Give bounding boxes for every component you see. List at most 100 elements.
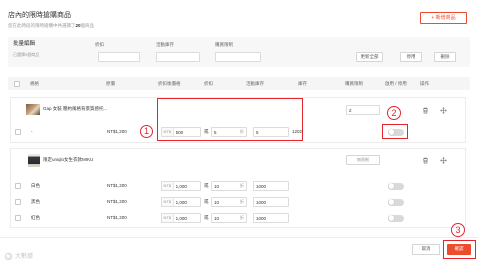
product-group: 限定uniqlo女生衣款MIKU 無限制 白色 NT$1,200 NT$ 或 折… xyxy=(10,148,466,228)
batch-edit-panel: 批量編輯 已選擇0個商品 折扣 活動庫存 購買限制 更新全部 停用 刪除 xyxy=(8,37,470,67)
column-header-campaign-stock: 活動庫存 xyxy=(246,80,264,86)
variant-row: 紅色 NT$1,200 NT$ 或 折 xyxy=(11,211,467,225)
column-header-original-price: 原價 xyxy=(106,80,115,86)
discount-field[interactable] xyxy=(212,182,238,190)
drag-handle-icon[interactable] xyxy=(440,157,447,164)
batch-discount-label: 折扣 xyxy=(95,42,104,47)
column-header-variation: 規格 xyxy=(30,80,39,86)
purchase-limit-field[interactable] xyxy=(347,106,379,114)
batch-purchase-limit-label: 購買限制 xyxy=(215,42,233,47)
footer-divider xyxy=(0,237,478,238)
page-subtitle: 您在此時段的限時搶購中共選擇了20個商品 xyxy=(8,23,95,29)
spiral-logo-icon xyxy=(4,252,13,261)
toggle-knob xyxy=(388,215,395,221)
annotation-box-confirm xyxy=(443,240,476,259)
original-price: NT$1,200 xyxy=(107,129,127,134)
variant-checkbox[interactable] xyxy=(15,183,21,189)
annotation-box-toggle xyxy=(382,124,408,139)
variant-name: 紅色 xyxy=(31,215,40,220)
page-title: 店內的限時搶購商品 xyxy=(8,12,71,19)
campaign-stock-field[interactable] xyxy=(254,214,288,222)
discounted-price-input[interactable]: NT$ xyxy=(161,181,201,191)
discount-field[interactable] xyxy=(212,198,238,206)
campaign-stock-input[interactable] xyxy=(253,197,289,207)
batch-discount-field[interactable] xyxy=(99,53,139,61)
currency-prefix: NT$ xyxy=(162,214,174,222)
column-header-discount: 折扣 xyxy=(204,80,213,86)
select-all-checkbox[interactable] xyxy=(14,80,20,87)
trash-icon[interactable] xyxy=(422,107,429,114)
variant-name: 黑色 xyxy=(31,199,40,204)
batch-disable-button[interactable]: 停用 xyxy=(400,52,422,62)
original-price: NT$1,200 xyxy=(107,199,127,204)
variant-row: 白色 NT$1,200 NT$ 或 折 xyxy=(11,179,467,193)
watermark-text: 大數據 xyxy=(15,253,34,260)
variant-name: - xyxy=(31,129,33,134)
discounted-price-field[interactable] xyxy=(173,198,200,206)
discounted-price-field[interactable] xyxy=(173,182,200,190)
campaign-stock-input[interactable] xyxy=(253,181,289,191)
annotation-marker-2: 2 xyxy=(387,106,401,120)
column-header-enable: 啟用 / 停用 xyxy=(385,80,407,86)
variant-checkbox[interactable] xyxy=(15,199,21,205)
batch-campaign-stock-input[interactable] xyxy=(156,52,200,62)
discounted-price-input[interactable]: NT$ xyxy=(161,213,201,223)
purchase-limit-box[interactable]: 無限制 xyxy=(346,155,380,165)
discount-input[interactable]: 折 xyxy=(211,197,247,207)
campaign-stock-field[interactable] xyxy=(254,198,288,206)
batch-edit-title: 批量編輯 xyxy=(13,41,36,47)
watermark: 大數據 xyxy=(4,252,33,261)
currency-prefix: NT$ xyxy=(162,182,174,190)
batch-update-all-button[interactable]: 更新全部 xyxy=(356,52,383,62)
toggle-knob xyxy=(388,199,395,205)
or-label: 或 xyxy=(204,215,209,220)
enable-toggle[interactable] xyxy=(388,182,404,190)
variant-row: 黑色 NT$1,200 NT$ 或 折 xyxy=(11,195,467,209)
variant-checkbox[interactable] xyxy=(15,129,21,135)
annotation-box-price-discount-stock xyxy=(157,98,303,141)
subtitle-suffix: 個商品 xyxy=(80,23,95,28)
batch-discount-input[interactable] xyxy=(98,52,140,62)
batch-campaign-stock-field[interactable] xyxy=(157,53,199,61)
original-price: NT$1,200 xyxy=(107,183,127,188)
enable-toggle[interactable] xyxy=(388,198,404,206)
batch-delete-button[interactable]: 刪除 xyxy=(434,52,456,62)
product-thumbnail xyxy=(26,104,40,115)
product-name: 限定uniqlo女生衣款MIKU xyxy=(43,157,94,162)
discount-input[interactable]: 折 xyxy=(211,213,247,223)
or-label: 或 xyxy=(204,183,209,188)
discounted-price-field[interactable] xyxy=(173,214,200,222)
purchase-limit-input[interactable] xyxy=(346,105,380,115)
variant-name: 白色 xyxy=(31,183,40,188)
campaign-stock-field[interactable] xyxy=(254,182,288,190)
batch-purchase-limit-input[interactable] xyxy=(215,52,261,62)
column-header-purchase-limit: 購買限制 xyxy=(345,80,363,86)
column-header-discounted-price: 折扣後價格 xyxy=(158,80,181,86)
trash-icon[interactable] xyxy=(422,157,429,164)
annotation-marker-3: 3 xyxy=(451,223,465,237)
column-header-actions: 操作 xyxy=(420,80,429,86)
product-thumbnail xyxy=(28,154,40,167)
toggle-knob xyxy=(388,183,395,189)
discounted-price-input[interactable]: NT$ xyxy=(161,197,201,207)
discount-unit: 折 xyxy=(240,215,244,220)
discount-input[interactable]: 折 xyxy=(211,181,247,191)
batch-selected-count: 已選擇0個商品 xyxy=(13,52,40,57)
variant-checkbox[interactable] xyxy=(15,215,21,221)
drag-handle-icon[interactable] xyxy=(440,107,447,114)
discount-field[interactable] xyxy=(212,214,238,222)
currency-prefix: NT$ xyxy=(162,198,174,206)
table-header: 規格 原價 折扣後價格 折扣 活動庫存 庫存 購買限制 啟用 / 停用 操作 xyxy=(8,77,470,90)
or-label: 或 xyxy=(204,199,209,204)
product-name: Gap 女裝 簡約風格背景質感托... xyxy=(43,106,108,111)
discount-unit: 折 xyxy=(240,199,244,204)
subtitle-prefix: 您在此時段的限時搶購中共選擇了 xyxy=(8,23,76,28)
batch-campaign-stock-label: 活動庫存 xyxy=(156,42,174,47)
column-header-stock: 庫存 xyxy=(298,80,307,86)
enable-toggle[interactable] xyxy=(388,214,404,222)
annotation-marker-1: 1 xyxy=(140,125,153,138)
add-products-button[interactable]: + 新增商品 xyxy=(420,12,467,24)
campaign-stock-input[interactable] xyxy=(253,213,289,223)
cancel-button[interactable]: 取消 xyxy=(412,244,440,255)
batch-purchase-limit-field[interactable] xyxy=(216,53,260,61)
